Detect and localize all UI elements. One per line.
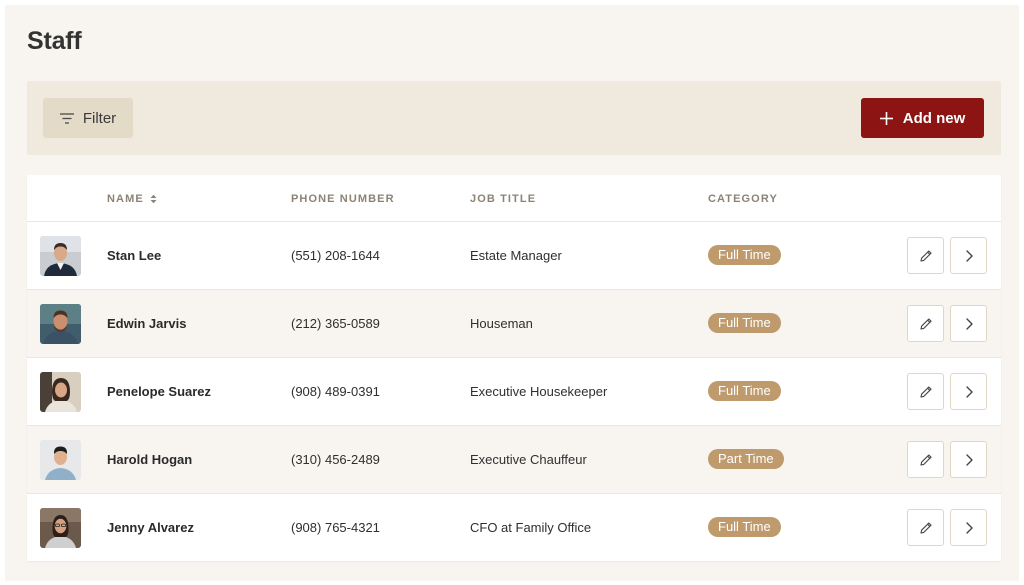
- category-badge: Part Time: [708, 449, 784, 469]
- open-details-button[interactable]: [950, 373, 987, 410]
- staff-phone: (908) 765-4321: [291, 520, 380, 535]
- staff-name: Edwin Jarvis: [107, 316, 187, 331]
- staff-name: Stan Lee: [107, 248, 162, 263]
- table-row[interactable]: Penelope Suarez (908) 489-0391 Executive…: [27, 358, 1001, 426]
- pencil-icon: [919, 521, 932, 534]
- avatar: [40, 372, 81, 412]
- column-header-job-title: JOB TITLE: [470, 193, 537, 205]
- staff-phone: (908) 489-0391: [291, 384, 380, 399]
- page-title: Staff: [27, 27, 82, 55]
- staff-name: Penelope Suarez: [107, 384, 212, 399]
- table-header: NAME PHONE NUMBER JOB TITLE CATEGORY: [27, 175, 1001, 222]
- avatar: [40, 440, 81, 480]
- chevron-right-icon: [965, 249, 973, 262]
- category-badge: Full Time: [708, 381, 781, 401]
- avatar: [40, 236, 81, 276]
- staff-phone: (551) 208-1644: [291, 248, 380, 263]
- edit-button[interactable]: [907, 441, 944, 478]
- staff-job-title: Executive Housekeeper: [470, 384, 608, 399]
- chevron-right-icon: [965, 521, 973, 534]
- edit-button[interactable]: [907, 237, 944, 274]
- add-new-button[interactable]: Add new: [861, 98, 984, 138]
- column-header-name-label: NAME: [107, 193, 144, 205]
- edit-button[interactable]: [907, 509, 944, 546]
- plus-icon: [879, 111, 893, 125]
- table-row[interactable]: Jenny Alvarez (908) 765-4321 CFO at Fami…: [27, 494, 1001, 562]
- pencil-icon: [919, 385, 932, 398]
- edit-button[interactable]: [907, 305, 944, 342]
- chevron-right-icon: [965, 453, 973, 466]
- staff-phone: (310) 456-2489: [291, 452, 380, 467]
- staff-page: Staff Filter Add new NAME PHONE NUMBER J…: [5, 5, 1019, 581]
- category-badge: Full Time: [708, 517, 781, 537]
- staff-name: Jenny Alvarez: [107, 520, 194, 535]
- chevron-right-icon: [965, 385, 973, 398]
- table-row[interactable]: Edwin Jarvis (212) 365-0589 Houseman Ful…: [27, 290, 1001, 358]
- column-header-category: CATEGORY: [708, 193, 778, 205]
- staff-table: NAME PHONE NUMBER JOB TITLE CATEGORY Sta…: [27, 175, 1001, 561]
- toolbar: Filter Add new: [27, 81, 1001, 155]
- staff-job-title: CFO at Family Office: [470, 520, 592, 535]
- open-details-button[interactable]: [950, 441, 987, 478]
- avatar: [40, 508, 81, 548]
- add-new-button-label: Add new: [902, 109, 966, 127]
- avatar: [40, 304, 81, 344]
- category-badge: Full Time: [708, 313, 781, 333]
- table-row[interactable]: Stan Lee (551) 208-1644 Estate Manager F…: [27, 222, 1001, 290]
- open-details-button[interactable]: [950, 237, 987, 274]
- pencil-icon: [919, 317, 932, 330]
- chevron-right-icon: [965, 317, 973, 330]
- staff-job-title: Houseman: [470, 316, 533, 331]
- staff-phone: (212) 365-0589: [291, 316, 380, 331]
- filter-button-label: Filter: [82, 109, 117, 127]
- open-details-button[interactable]: [950, 509, 987, 546]
- filter-button[interactable]: Filter: [43, 98, 133, 138]
- sort-icon: [150, 194, 157, 204]
- column-header-phone: PHONE NUMBER: [291, 193, 395, 205]
- column-header-name[interactable]: NAME: [107, 193, 157, 205]
- pencil-icon: [919, 249, 932, 262]
- pencil-icon: [919, 453, 932, 466]
- table-row[interactable]: Harold Hogan (310) 456-2489 Executive Ch…: [27, 426, 1001, 494]
- category-badge: Full Time: [708, 245, 781, 265]
- staff-job-title: Estate Manager: [470, 248, 562, 263]
- filter-icon: [59, 112, 74, 124]
- staff-job-title: Executive Chauffeur: [470, 452, 587, 467]
- open-details-button[interactable]: [950, 305, 987, 342]
- edit-button[interactable]: [907, 373, 944, 410]
- staff-name: Harold Hogan: [107, 452, 193, 467]
